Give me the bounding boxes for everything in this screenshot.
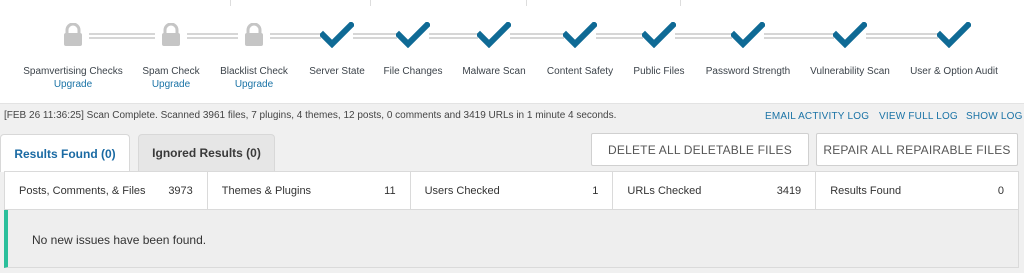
summary-label: Themes & Plugins [221,184,312,197]
panel-divider [680,0,681,6]
view-full-log-link[interactable]: VIEW FULL LOG [879,111,958,122]
scan-summary-bar: Posts, Comments, & Files 3973 Themes & P… [4,171,1019,210]
summary-urls-checked: URLs Checked 3419 [613,172,817,209]
no-issues-notice: No new issues have been found. [4,210,1019,268]
summary-value: 11 [384,184,396,197]
summary-label: Results Found [830,184,902,197]
summary-value: 1 [592,184,599,197]
tab-ignored-results[interactable]: Ignored Results (0) [138,134,275,171]
repair-all-repairable-files-button[interactable]: REPAIR ALL REPAIRABLE FILES [816,133,1018,166]
summary-label: Users Checked [424,184,500,197]
scan-stages-panel: Spamvertising Checks Upgrade Spam Check Upg… [0,0,1024,104]
stage-vulnerability-scan: Vulnerability Scan [790,20,910,77]
show-log-link[interactable]: SHOW LOG [966,111,1023,122]
summary-results-found: Results Found 0 [816,172,1018,209]
upgrade-link[interactable]: Upgrade [194,79,314,90]
summary-label: URLs Checked [627,184,702,197]
summary-themes-plugins: Themes & Plugins 11 [208,172,411,209]
stage-user-option-audit: User & Option Audit [894,20,1014,77]
stage-label: User & Option Audit [910,66,998,77]
checkmark-icon [894,20,1014,50]
checkmark-icon [790,20,910,50]
panel-divider [370,0,371,6]
summary-users-checked: Users Checked 1 [411,172,614,209]
scan-status-text: [FEB 26 11:36:25] Scan Complete. Scanned… [4,110,617,121]
summary-label: Posts, Comments, & Files [19,184,146,197]
summary-value: 3973 [168,184,193,197]
panel-divider [526,0,527,6]
summary-posts-comments-files: Posts, Comments, & Files 3973 [5,172,208,209]
email-activity-log-link[interactable]: EMAIL ACTIVITY LOG [765,111,869,122]
notice-text: No new issues have been found. [32,233,207,247]
summary-value: 0 [997,184,1004,197]
tab-results-found[interactable]: Results Found (0) [0,134,130,172]
delete-all-deletable-files-button[interactable]: DELETE ALL DELETABLE FILES [591,133,809,166]
panel-divider [230,0,231,6]
summary-value: 3419 [776,184,802,197]
stage-label: Vulnerability Scan [810,66,890,77]
